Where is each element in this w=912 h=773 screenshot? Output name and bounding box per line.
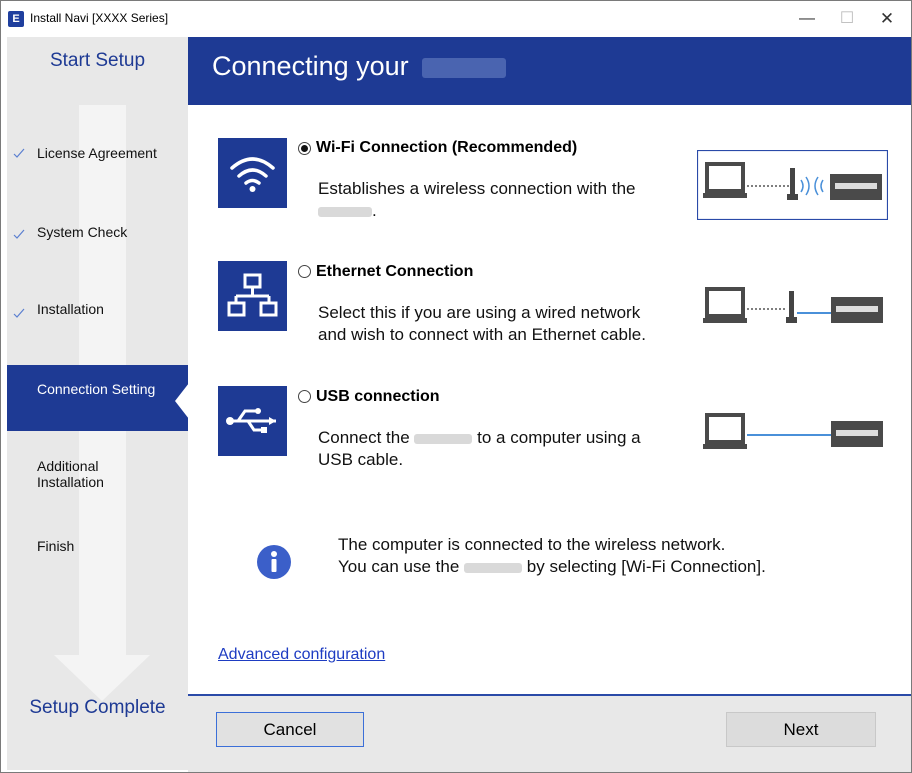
info-line2-prefix: You can use the: [338, 557, 460, 576]
usb-desc-line2: USB cable.: [318, 450, 404, 469]
usb-icon[interactable]: [218, 386, 287, 456]
redacted-word: [422, 57, 507, 78]
wifi-desc-line1: Establishes a wireless connection with t…: [318, 179, 636, 198]
redacted-word: [318, 206, 372, 217]
setup-steps-sidebar: Start Setup License Agreement System Che…: [7, 37, 189, 770]
redacted-word: [464, 562, 523, 573]
wifi-desc-line2: .: [318, 200, 636, 222]
progress-arrow-head: [54, 655, 150, 701]
wifi-option-description: Establishes a wireless connection with t…: [318, 178, 636, 222]
info-line1: The computer is connected to the wireles…: [338, 535, 726, 554]
check-icon: [13, 148, 25, 158]
advanced-configuration-link[interactable]: Advanced configuration: [218, 646, 385, 664]
usb-desc-line1: Connect the to a computer using a: [318, 427, 641, 449]
step-label: Connection Setting: [37, 381, 156, 397]
close-button[interactable]: ✕: [867, 5, 907, 33]
window-title: Install Navi [XXXX Series]: [30, 11, 169, 25]
page-title-text: Connecting your: [212, 51, 409, 81]
step-label: Installation: [37, 301, 104, 317]
info-icon: [257, 545, 291, 579]
ethernet-option-description: Select this if you are using a wired net…: [318, 302, 646, 346]
step-connection-setting: Connection Setting: [7, 365, 188, 431]
wifi-desc-suffix: .: [372, 201, 377, 220]
wifi-icon[interactable]: [218, 138, 287, 208]
info-message: The computer is connected to the wireles…: [338, 534, 766, 578]
next-button[interactable]: Next: [726, 712, 876, 747]
maximize-button[interactable]: ☐: [827, 5, 867, 33]
usb-desc-prefix: Connect the: [318, 428, 410, 447]
sidebar-title: Start Setup: [49, 50, 146, 71]
wifi-radio[interactable]: [298, 142, 311, 155]
app-logo-icon: E: [8, 11, 24, 27]
ethernet-connection-illustration: [701, 283, 886, 338]
usb-desc-suffix: to a computer using a: [477, 428, 641, 447]
step-label: License Agreement: [37, 145, 157, 161]
check-icon: [13, 308, 25, 318]
step-label: Additional Installation: [37, 458, 104, 490]
page-header: Connecting your: [188, 37, 911, 105]
wifi-option-title[interactable]: Wi-Fi Connection (Recommended): [316, 139, 577, 157]
wifi-connection-illustration: [696, 149, 889, 225]
ethernet-desc-line2: and wish to connect with an Ethernet cab…: [318, 325, 646, 344]
active-step-pointer: [175, 383, 189, 419]
ethernet-option-title[interactable]: Ethernet Connection: [316, 263, 473, 281]
ethernet-desc-line1: Select this if you are using a wired net…: [318, 303, 641, 322]
step-label: Finish: [37, 538, 75, 554]
page-title: Connecting your: [212, 51, 507, 82]
usb-option-description: Connect the to a computer using a USB ca…: [318, 427, 641, 471]
cancel-button[interactable]: Cancel: [216, 712, 364, 747]
sidebar-header: Start Setup: [7, 37, 188, 105]
usb-connection-illustration: [701, 409, 886, 464]
check-icon: [13, 229, 25, 239]
info-line2-suffix: by selecting [Wi-Fi Connection].: [526, 557, 766, 576]
info-line2: You can use the by selecting [Wi-Fi Conn…: [338, 556, 766, 578]
installer-window: E Install Navi [XXXX Series] — ☐ ✕ Start…: [0, 0, 912, 773]
ethernet-icon[interactable]: [218, 261, 287, 331]
step-label: System Check: [37, 224, 128, 240]
title-bar: E Install Navi [XXXX Series] — ☐ ✕: [1, 1, 911, 37]
footer-bar: Cancel Next: [188, 696, 911, 772]
usb-radio[interactable]: [298, 390, 311, 403]
sidebar-footer: Setup Complete: [29, 697, 166, 718]
redacted-word: [414, 433, 473, 444]
usb-option-title[interactable]: USB connection: [316, 388, 440, 406]
minimize-button[interactable]: —: [787, 5, 827, 33]
ethernet-radio[interactable]: [298, 265, 311, 278]
